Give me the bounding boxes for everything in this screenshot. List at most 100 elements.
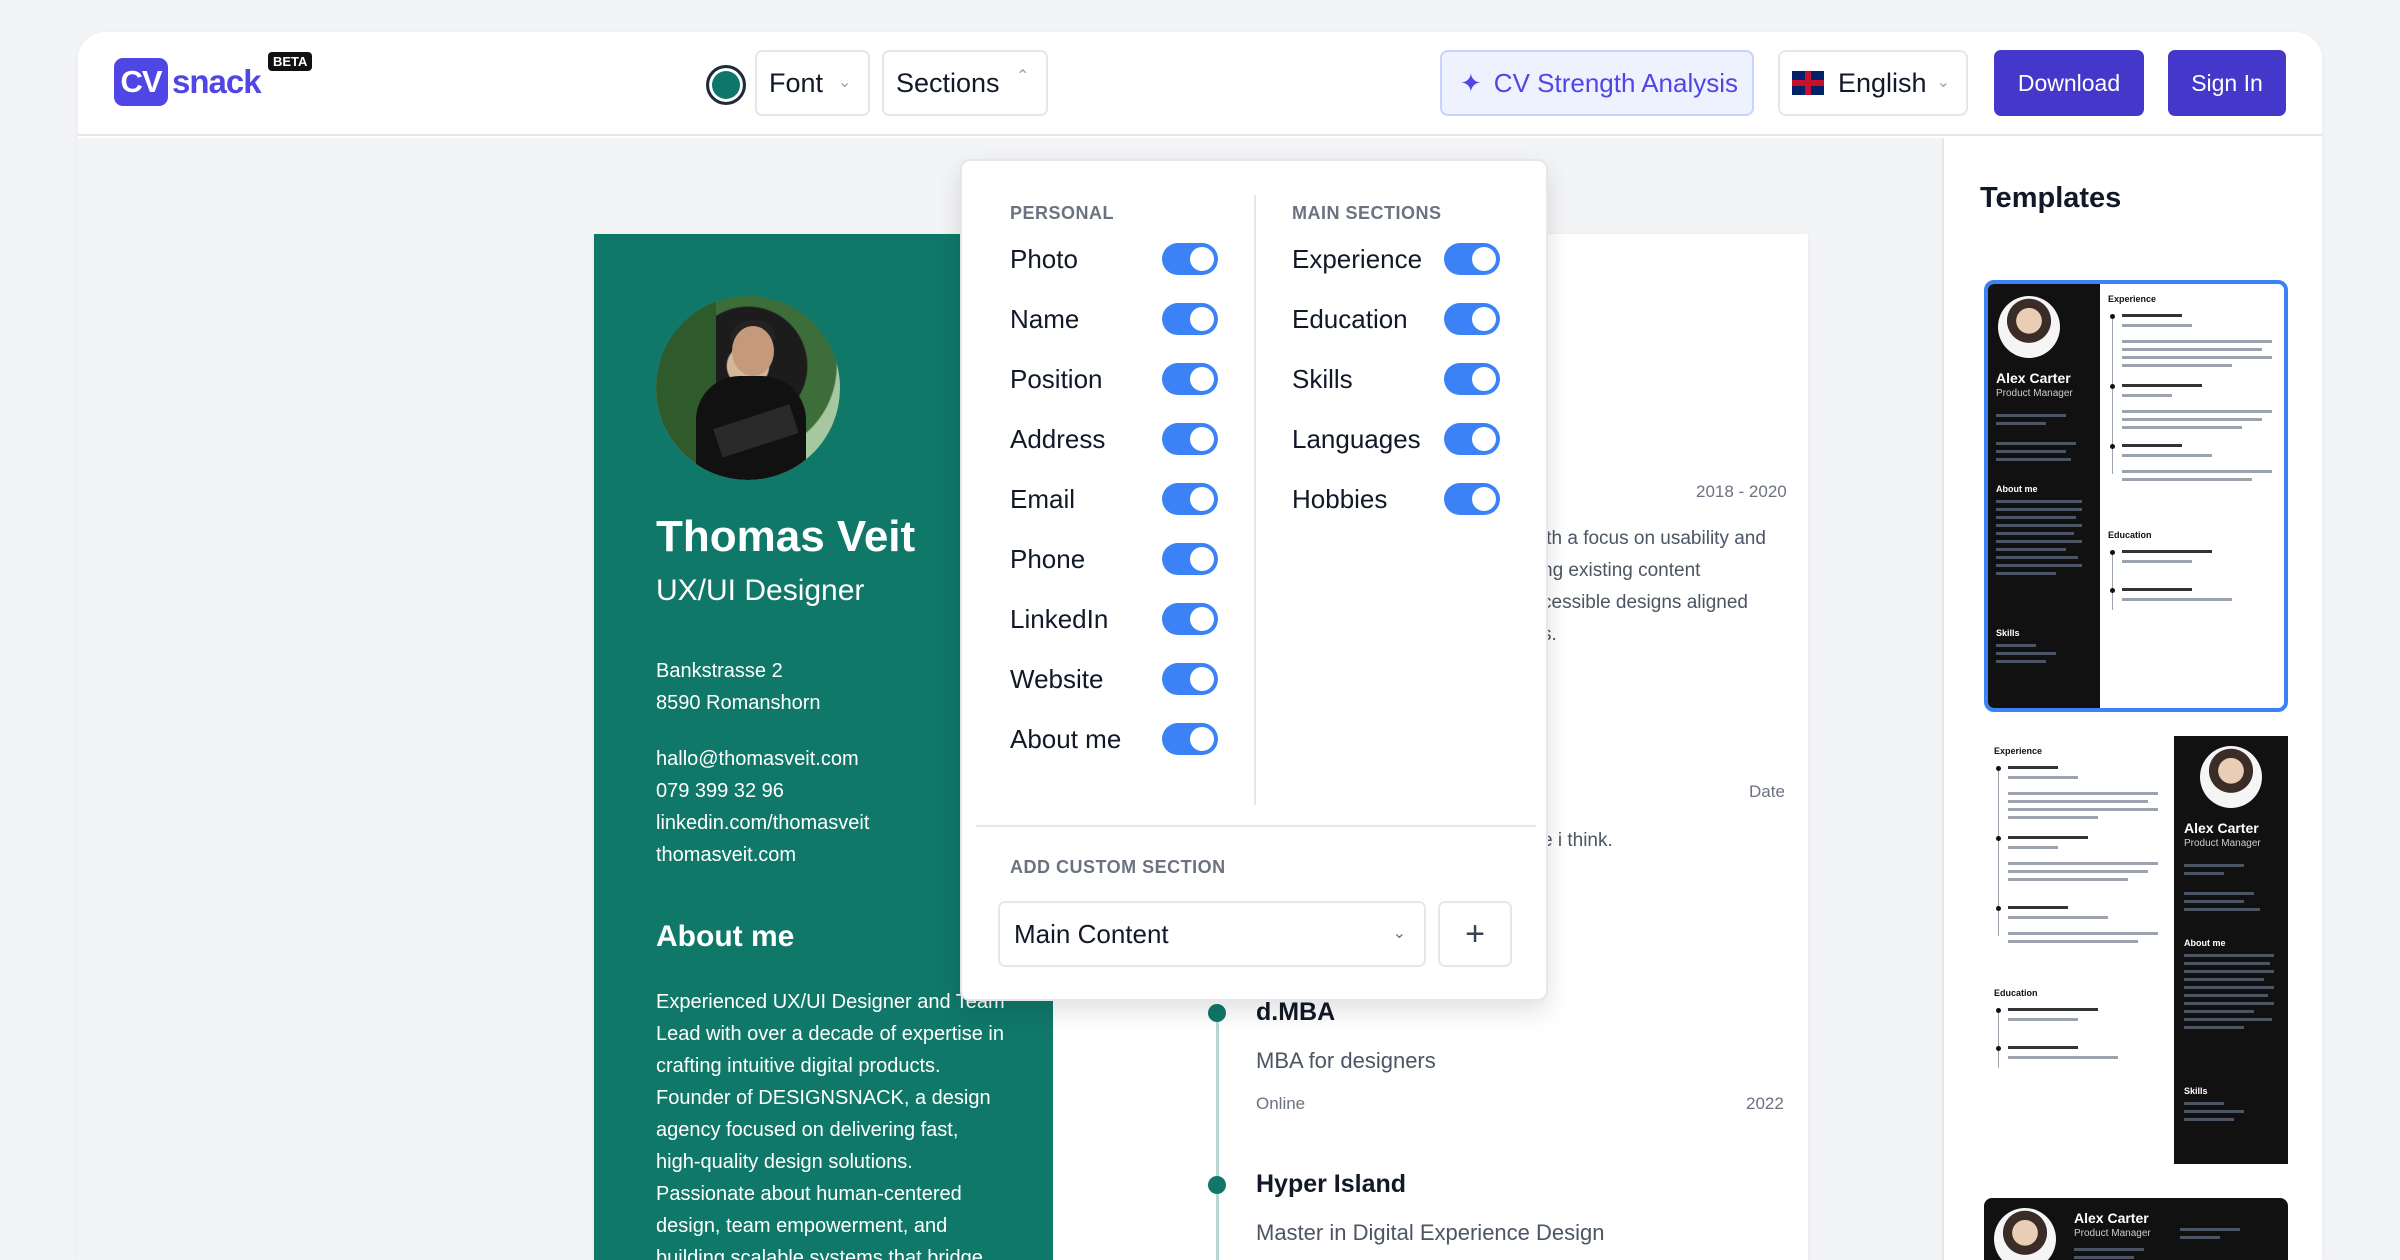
language-dropdown[interactable]: English ⌄ <box>1778 50 1968 116</box>
cvsnack-logo[interactable]: CV snack BETA <box>114 52 313 106</box>
toggle-switch[interactable] <box>1444 483 1500 515</box>
template-role: Product Manager <box>1996 388 2073 399</box>
section-option-label: Name <box>1010 303 1080 334</box>
section-option-address: Address <box>1010 419 1105 459</box>
education-title[interactable]: d.MBA <box>1256 998 1335 1027</box>
personal-heading: PERSONAL <box>1010 203 1115 223</box>
templates-sidebar: Templates Alex Carter Product Manager Ab… <box>1942 138 2322 1260</box>
beta-badge: BETA <box>268 52 313 71</box>
cv-website[interactable]: thomasveit.com <box>656 844 796 867</box>
cv-address-line-1[interactable]: Bankstrasse 2 <box>656 660 783 683</box>
template-skills-head: Skills <box>1996 628 2020 638</box>
accent-color-picker[interactable] <box>706 65 746 105</box>
entry-text[interactable]: e i think. <box>1542 830 1613 852</box>
cv-phone[interactable]: 079 399 32 96 <box>656 780 784 803</box>
cv-email[interactable]: hallo@thomasveit.com <box>656 748 859 771</box>
sign-in-button[interactable]: Sign In <box>2168 50 2286 116</box>
templates-title: Templates <box>1980 182 2122 214</box>
timeline-dot <box>1208 1176 1226 1194</box>
about-text[interactable]: Experienced UX/UI Designer and Team Lead… <box>656 986 1006 1260</box>
education-title[interactable]: Hyper Island <box>1256 1170 1406 1199</box>
experience-text-line[interactable]: ith a focus on usability and <box>1542 528 1766 550</box>
template-avatar <box>1998 296 2060 358</box>
section-option-label: LinkedIn <box>1010 603 1109 634</box>
toggle-switch[interactable] <box>1162 483 1218 515</box>
sections-dropdown[interactable]: Sections ⌃ <box>882 50 1048 116</box>
toggle-switch[interactable] <box>1444 303 1500 335</box>
cv-linkedin[interactable]: linkedin.com/thomasveit <box>656 812 869 835</box>
experience-date[interactable]: 2018 - 2020 <box>1696 482 1787 502</box>
template-role: Product Manager <box>2074 1228 2151 1239</box>
section-option-label: Address <box>1010 423 1106 454</box>
toggle-switch[interactable] <box>1444 243 1500 275</box>
toggle-switch[interactable] <box>1444 423 1500 455</box>
toggle-switch[interactable] <box>1162 303 1218 335</box>
section-option-label: Skills <box>1292 363 1353 394</box>
template-education-head: Education <box>1994 988 2038 998</box>
font-dropdown[interactable]: Font ⌄ <box>755 50 870 116</box>
education-timeline <box>1216 1006 1219 1260</box>
education-subtitle[interactable]: MBA for designers <box>1256 1048 1436 1074</box>
timeline-dot <box>1208 1004 1226 1022</box>
toggle-switch[interactable] <box>1162 423 1218 455</box>
uk-flag-icon <box>1792 71 1824 95</box>
custom-section-select[interactable]: Main Content ⌄ <box>998 901 1426 967</box>
chevron-down-icon: ⌄ <box>1392 925 1406 942</box>
section-option-skills: Skills <box>1292 359 1353 399</box>
cv-strength-analysis-button[interactable]: ✦ CV Strength Analysis <box>1440 50 1754 116</box>
section-option-about-me: About me <box>1010 719 1121 759</box>
template-about-head: About me <box>1996 484 2038 494</box>
section-option-experience: Experience <box>1292 239 1422 279</box>
template-education-head: Education <box>2108 530 2152 540</box>
cv-name[interactable]: Thomas Veit <box>656 512 915 562</box>
template-card-selected[interactable]: Alex Carter Product Manager About me Ski… <box>1984 280 2288 712</box>
sections-panel: PERSONAL MAIN SECTIONS Photo Name Position… <box>960 159 1548 1001</box>
template-card[interactable]: Alex Carter Product Manager <box>1984 1198 2288 1260</box>
template-avatar <box>1994 1208 2056 1260</box>
template-experience-head: Experience <box>2108 294 2157 304</box>
section-option-label: Education <box>1292 303 1408 334</box>
toggle-switch[interactable] <box>1162 363 1218 395</box>
panel-divider <box>976 825 1536 827</box>
education-location[interactable]: Online <box>1256 1094 1305 1114</box>
app-window: CV snack BETA Font ⌄ Sections ⌃ ✦ CV Str… <box>78 32 2322 1260</box>
about-heading: About me <box>656 920 795 953</box>
section-option-languages: Languages <box>1292 419 1421 459</box>
custom-section-select-value: Main Content <box>1014 918 1169 949</box>
template-role: Product Manager <box>2184 838 2261 849</box>
date-placeholder[interactable]: Date <box>1749 782 1785 802</box>
template-avatar <box>2200 746 2262 808</box>
experience-text-line[interactable]: ng existing content <box>1542 560 1700 582</box>
section-option-label: Hobbies <box>1292 483 1388 514</box>
cv-address-line-2[interactable]: 8590 Romanshorn <box>656 692 821 715</box>
template-card[interactable]: Alex Carter Product Manager About me Ski… <box>1984 736 2288 1164</box>
experience-text-line[interactable]: cessible designs aligned <box>1542 592 1748 614</box>
section-option-label: Experience <box>1292 243 1423 274</box>
section-option-label: Languages <box>1292 423 1421 454</box>
add-custom-section-button[interactable]: + <box>1438 901 1512 967</box>
toggle-switch[interactable] <box>1162 723 1218 755</box>
profile-photo[interactable] <box>656 296 840 480</box>
section-option-linkedin: LinkedIn <box>1010 599 1108 639</box>
cv-strength-label: CV Strength Analysis <box>1493 67 1739 98</box>
section-option-name: Name <box>1010 299 1079 339</box>
toggle-switch[interactable] <box>1444 363 1500 395</box>
sparkle-icon: ✦ <box>1460 67 1482 98</box>
sections-dropdown-label: Sections <box>896 67 1000 98</box>
education-year[interactable]: 2022 <box>1746 1094 1784 1114</box>
toggle-switch[interactable] <box>1162 543 1218 575</box>
section-option-photo: Photo <box>1010 239 1078 279</box>
download-button[interactable]: Download <box>1994 50 2144 116</box>
education-subtitle[interactable]: Master in Digital Experience Design <box>1256 1220 1605 1246</box>
toggle-switch[interactable] <box>1162 603 1218 635</box>
cv-position[interactable]: UX/UI Designer <box>656 574 864 608</box>
section-option-email: Email <box>1010 479 1075 519</box>
toggle-switch[interactable] <box>1162 663 1218 695</box>
toggle-switch[interactable] <box>1162 243 1218 275</box>
chevron-up-icon: ⌃ <box>1016 68 1030 85</box>
logo-mark: CV <box>114 58 168 106</box>
section-option-education: Education <box>1292 299 1408 339</box>
section-option-label: Email <box>1010 483 1076 514</box>
template-name: Alex Carter <box>1996 370 2071 386</box>
section-option-position: Position <box>1010 359 1103 399</box>
